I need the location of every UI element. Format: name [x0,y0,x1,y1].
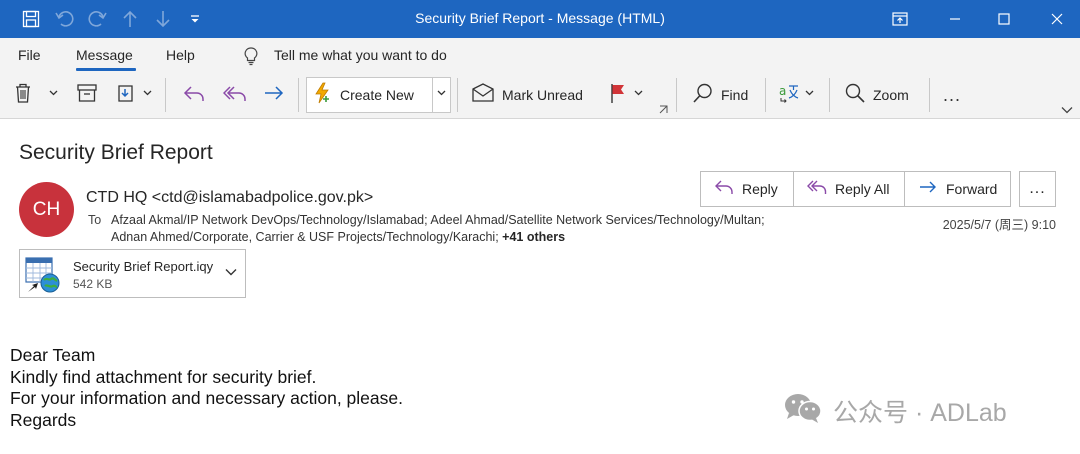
ribbon-divider [457,78,458,112]
reply-all-icon [807,179,827,200]
mark-unread-button[interactable]: Mark Unread [471,80,583,110]
ribbon-divider [676,78,677,112]
find-button[interactable]: Find [692,80,748,110]
watermark-text: 公众号 · ADLab [833,398,1007,427]
attachment-size: 542 KB [73,277,113,291]
reply-button[interactable]: Reply [701,172,794,206]
tab-file[interactable]: File [18,47,41,63]
tab-message[interactable]: Message [76,47,133,63]
translate-button[interactable]: a [778,80,800,110]
ribbon-divider [829,78,830,112]
reply-icon [183,84,205,107]
forward-icon [918,179,938,200]
chevron-down-icon[interactable] [805,90,814,96]
delete-button[interactable] [13,80,33,110]
reply-all-label: Reply All [835,181,890,197]
find-label: Find [721,87,749,103]
follow-up-flag-button[interactable] [609,80,627,110]
recipients-text: Adnan Ahmed/Corporate, Carrier & USF Pro… [111,230,503,244]
search-icon [692,82,714,109]
forward-icon [263,84,285,107]
reply-ribbon-button[interactable] [183,80,205,110]
forward-button[interactable]: Forward [905,172,1010,206]
archive-icon [76,83,98,108]
chevron-down-icon[interactable] [49,90,58,96]
more-recipients-link[interactable]: +41 others [502,230,565,244]
dialog-launcher-icon[interactable] [659,105,668,114]
reply-label: Reply [742,181,778,197]
forward-label: Forward [946,181,998,197]
lightbulb-icon [243,46,259,71]
more-actions-button[interactable]: ... [1019,171,1056,207]
web-query-file-icon [25,256,61,299]
recipients-line[interactable]: Afzaal Akmal/IP Network DevOps/Technolog… [111,213,765,227]
ribbon-divider [298,78,299,112]
flag-icon [609,82,627,109]
chevron-down-icon[interactable] [143,90,152,96]
received-date: 2025/5/7 (周三) 9:10 [942,218,1056,232]
avatar-initials: CH [32,198,61,220]
message-subject: Security Brief Report [19,141,213,164]
ribbon-divider [765,78,766,112]
ribbon-toolbar: Create New Mark Unread Find a Zoom ... [0,72,1080,119]
svg-text:a: a [779,84,786,98]
tell-me-search[interactable]: Tell me what you want to do [274,47,447,63]
zoom-label: Zoom [873,87,909,103]
response-actions: Reply Reply All Forward [700,171,1011,207]
message-body: Dear Team Kindly find attachment for sec… [10,345,403,431]
mark-unread-label: Mark Unread [502,87,583,103]
reply-all-icon [222,84,247,107]
chevron-down-icon[interactable] [225,268,237,276]
menu-bar: File Message Help Tell me what you want … [0,38,1080,72]
recipients-line[interactable]: Adnan Ahmed/Corporate, Carrier & USF Pro… [111,230,565,244]
ribbon-divider [929,78,930,112]
move-to-folder-icon [116,82,138,109]
zoom-icon [844,82,866,109]
minimize-icon[interactable] [932,0,978,38]
more-commands-button[interactable]: ... [943,80,961,110]
trash-icon [13,82,33,109]
to-label: To [88,213,102,227]
move-button[interactable] [116,80,138,110]
create-new-button[interactable]: Create New [311,80,414,110]
body-line: For your information and necessary actio… [10,388,403,408]
chevron-down-icon[interactable] [437,90,446,96]
wechat-icon [783,392,823,429]
close-icon[interactable] [1034,0,1080,38]
zoom-button[interactable]: Zoom [844,80,909,110]
reply-all-button[interactable]: Reply All [794,172,905,206]
sender-address[interactable]: CTD HQ <ctd@islamabadpolice.gov.pk> [86,189,373,207]
create-new-split-divider [432,77,433,113]
attachment-card[interactable]: Security Brief Report.iqy 542 KB [19,249,246,298]
create-new-label: Create New [340,87,414,103]
body-line: Dear Team [10,345,96,365]
ribbon-display-options-icon[interactable] [877,0,923,38]
title-bar: Security Brief Report - Message (HTML) [0,0,1080,38]
envelope-icon [471,82,495,108]
tab-help[interactable]: Help [166,47,195,63]
body-line: Regards [10,409,77,430]
ribbon-divider [165,78,166,112]
active-tab-indicator [76,68,136,71]
avatar[interactable]: CH [19,182,74,237]
maximize-icon[interactable] [981,0,1027,38]
watermark: 公众号 · ADLab [783,392,1007,429]
chevron-down-icon[interactable] [634,90,643,96]
attachment-name: Security Brief Report.iqy [73,259,214,274]
reply-all-ribbon-button[interactable] [222,80,247,110]
lightning-icon [311,82,333,109]
reply-icon [714,179,734,200]
translate-icon: a [778,82,800,109]
archive-button[interactable] [76,80,98,110]
forward-ribbon-button[interactable] [263,80,285,110]
body-line: Kindly find attachment for security brie… [10,366,317,387]
collapse-ribbon-icon[interactable] [1061,106,1073,114]
